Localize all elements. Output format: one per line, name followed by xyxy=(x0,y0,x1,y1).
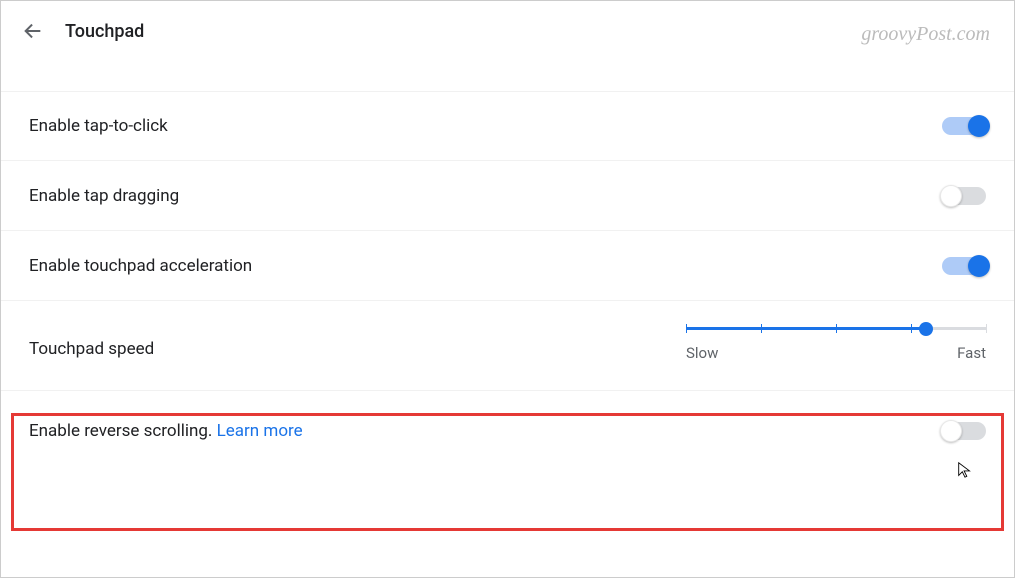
toggle-tap-dragging[interactable] xyxy=(942,187,986,205)
page-title: Touchpad xyxy=(65,21,144,42)
back-button[interactable] xyxy=(21,19,45,43)
toggle-tap-to-click[interactable] xyxy=(942,117,986,135)
row-tap-dragging: Enable tap dragging xyxy=(1,161,1014,231)
learn-more-link[interactable]: Learn more xyxy=(217,421,303,441)
settings-list: Enable tap-to-click Enable tap dragging … xyxy=(1,61,1014,491)
arrow-left-icon xyxy=(22,20,44,42)
slider-label-fast: Fast xyxy=(957,344,986,362)
slider-label-slow: Slow xyxy=(686,344,718,362)
watermark: groovyPost.com xyxy=(861,23,990,46)
slider-touchpad-speed[interactable]: Slow Fast xyxy=(686,323,986,362)
cursor-icon xyxy=(956,461,974,479)
row-reverse-scrolling: Enable reverse scrolling. Learn more xyxy=(1,391,1014,491)
toggle-acceleration[interactable] xyxy=(942,257,986,275)
label-acceleration: Enable touchpad acceleration xyxy=(29,256,252,276)
label-tap-to-click: Enable tap-to-click xyxy=(29,116,168,136)
row-acceleration: Enable touchpad acceleration xyxy=(1,231,1014,301)
label-tap-dragging: Enable tap dragging xyxy=(29,186,179,206)
label-reverse-scrolling: Enable reverse scrolling. Learn more xyxy=(29,421,303,441)
row-tap-to-click: Enable tap-to-click xyxy=(1,91,1014,161)
toggle-reverse-scrolling[interactable] xyxy=(942,422,986,440)
row-touchpad-speed: Touchpad speed Slow Fast xyxy=(1,301,1014,391)
label-touchpad-speed: Touchpad speed xyxy=(29,323,154,359)
